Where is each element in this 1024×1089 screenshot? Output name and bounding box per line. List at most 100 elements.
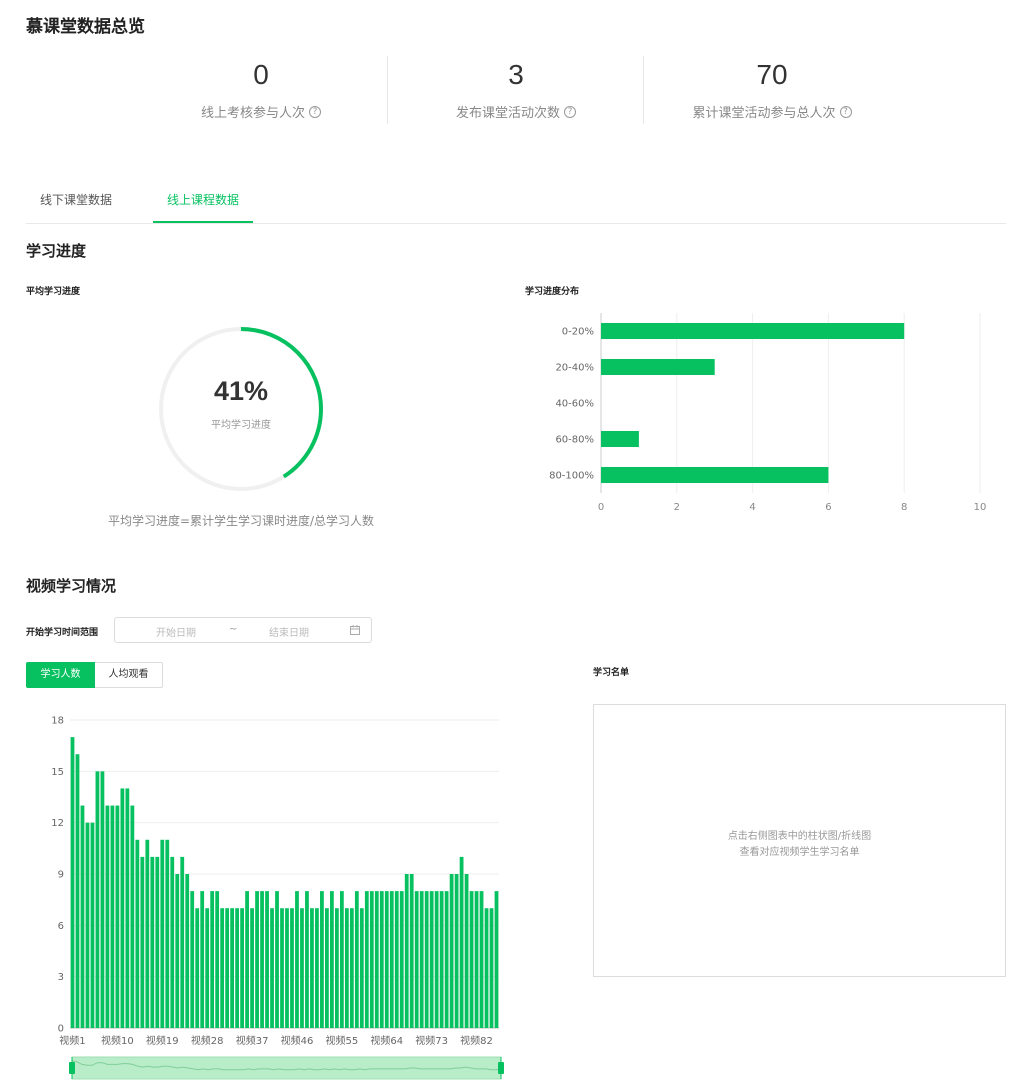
y-tick-label: 0-20%: [562, 327, 594, 338]
y-tick-label: 20-40%: [555, 363, 594, 374]
video-bar: [125, 788, 130, 1028]
video-bar: [334, 908, 339, 1028]
video-bar: [325, 908, 329, 1028]
video-bar: [320, 891, 324, 1028]
question-circle-icon[interactable]: ?: [309, 105, 321, 118]
tab-offline-data[interactable]: 线下课堂数据: [26, 186, 126, 223]
y-tick-label: 40-60%: [555, 399, 594, 410]
start-date-input[interactable]: 开始日期: [156, 624, 196, 639]
video-bar: [105, 805, 110, 1028]
end-date-input[interactable]: 结束日期: [269, 624, 309, 639]
video-bar: [444, 891, 449, 1028]
video-bar: [220, 908, 225, 1028]
learner-list-title: 学习名单: [593, 668, 630, 678]
avg-progress-ring: [159, 327, 323, 491]
x-tick-label: 视频64: [370, 1034, 403, 1047]
stat-activity-participants: 70 累计课堂活动参与总人次?: [644, 58, 900, 121]
learner-list-panel: 点击右侧图表中的柱状图/折线图 查看对应视频学生学习名单: [593, 704, 1006, 977]
date-range-picker[interactable]: 开始日期 ~ 结束日期: [114, 617, 372, 643]
video-bar: [339, 891, 344, 1028]
video-bar: [429, 891, 434, 1028]
video-bar: [150, 856, 155, 1028]
x-tick-label: 视频55: [325, 1034, 358, 1047]
video-bar: [170, 856, 175, 1028]
y-tick-label: 80-100%: [549, 471, 594, 482]
video-bar: [459, 856, 464, 1028]
stat-value: 0: [253, 59, 269, 90]
video-bar: [230, 908, 235, 1028]
video-bar: [310, 908, 314, 1028]
video-bar: [305, 891, 309, 1028]
video-bar: [160, 839, 165, 1028]
video-bar: [364, 891, 369, 1028]
date-range-label: 开始学习时间范围: [26, 628, 99, 638]
video-bar: [439, 891, 444, 1028]
video-bar: [235, 908, 240, 1028]
x-tick-label: 视频37: [236, 1034, 269, 1047]
video-section-title: 视频学习情况: [26, 577, 117, 595]
video-bar: [285, 908, 289, 1028]
video-bar: [489, 908, 494, 1028]
video-bar: [434, 891, 439, 1028]
question-circle-icon[interactable]: ?: [839, 105, 852, 118]
x-tick-label: 视频19: [146, 1034, 179, 1047]
video-bar: [205, 908, 210, 1028]
avg-progress-label: 平均学习进度: [211, 420, 271, 431]
video-bar: [185, 874, 190, 1028]
video-bar: [384, 891, 389, 1028]
date-separator: ~: [229, 624, 238, 635]
x-tick-label: 6: [825, 502, 831, 513]
video-bar: [494, 891, 499, 1028]
progress-section-title: 学习进度: [26, 242, 87, 260]
video-bar: [270, 908, 274, 1028]
y-tick-label: 3: [58, 972, 64, 983]
x-tick-label: 视频10: [101, 1034, 134, 1047]
y-tick-label: 6: [58, 921, 64, 932]
video-bar: [300, 908, 304, 1028]
video-bar: [155, 856, 160, 1028]
video-learners-chart[interactable]: 0 3 6 9 12 15 18 视频1 视频10 视频19 视频28 视频37 视频46 视频55 视频6…: [0, 700, 530, 1089]
video-bar: [484, 908, 489, 1028]
question-circle-icon[interactable]: ?: [564, 105, 576, 118]
toggle-learners[interactable]: 学习人数: [26, 662, 95, 688]
stat-activities-published: 3 发布课堂活动次数?: [388, 58, 644, 121]
metric-toggle: 学习人数 人均观看: [26, 662, 163, 688]
video-bar: [469, 891, 474, 1028]
video-bar: [135, 839, 140, 1028]
y-tick-label: 60-80%: [555, 435, 594, 446]
video-bar: [110, 805, 115, 1028]
distribution-bar: [601, 323, 905, 339]
avg-progress-caption: 平均学习进度=累计学生学习课时进度/总学习人数: [107, 514, 375, 528]
video-bar: [245, 891, 249, 1028]
video-bar: [389, 891, 394, 1028]
x-tick-label: 4: [749, 502, 755, 513]
video-bar: [315, 908, 319, 1028]
avg-progress-value: 41%: [213, 376, 269, 406]
video-bar: [394, 891, 399, 1028]
distribution-bar: [601, 359, 715, 375]
video-bar: [255, 891, 259, 1028]
stat-label: 线上考核参与人次: [200, 106, 305, 121]
video-bar: [295, 891, 299, 1028]
video-bar: [404, 874, 409, 1028]
video-bar: [140, 856, 145, 1028]
tab-online-data[interactable]: 线上课程数据: [153, 186, 253, 223]
video-bar: [369, 891, 374, 1028]
stat-online-exam: 0 线上考核参与人次?: [133, 58, 389, 121]
video-bar: [409, 874, 414, 1028]
video-bar: [175, 874, 180, 1028]
video-bar: [190, 891, 195, 1028]
x-tick-label: 10: [974, 502, 987, 513]
calendar-icon[interactable]: [350, 625, 360, 635]
video-bar: [120, 788, 125, 1028]
stat-value: 70: [756, 59, 788, 90]
y-tick-label: 9: [58, 870, 64, 881]
progress-distribution-title: 学习进度分布: [525, 287, 580, 297]
video-bar: [250, 908, 254, 1028]
toggle-avg-views[interactable]: 人均观看: [95, 662, 163, 688]
x-tick-label: 8: [901, 502, 907, 513]
video-bar: [210, 891, 215, 1028]
x-tick-label: 视频46: [281, 1034, 314, 1047]
video-bar: [419, 891, 424, 1028]
video-bar: [70, 737, 75, 1028]
